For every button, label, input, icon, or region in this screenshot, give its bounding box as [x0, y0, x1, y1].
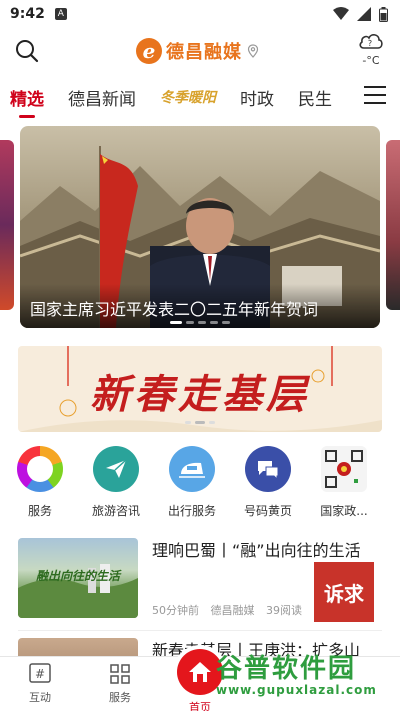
watermark-url: www.gupuxlazal.com — [216, 683, 377, 697]
service-label: 出行服务 — [167, 504, 216, 518]
hash-icon: # — [29, 663, 51, 683]
service-item-government[interactable]: 国家政... — [308, 446, 380, 526]
notification-badge: A — [54, 8, 67, 20]
site-watermark: 谷普软件园 www.gupuxlazal.com — [216, 648, 400, 708]
weather-widget[interactable]: ? -°C — [356, 30, 386, 67]
promo-title: 新春走基层 — [90, 371, 310, 418]
paper-plane-icon — [93, 446, 139, 492]
service-shortcuts: 服务 旅游咨讯 出行服务 号码黄页 国家政... — [0, 446, 400, 526]
service-label: 旅游咨讯 — [91, 504, 140, 518]
promo-indicators — [185, 421, 215, 424]
article-thumbnail: 融出向往的生活 — [18, 538, 138, 618]
service-item-travel[interactable]: 旅游咨讯 — [80, 446, 152, 526]
svg-text:#: # — [35, 667, 45, 681]
service-item-transport[interactable]: 出行服务 — [156, 446, 228, 526]
cloud-icon: ? — [359, 34, 383, 49]
service-item-services[interactable]: 服务 — [4, 446, 76, 526]
service-item-yellow-pages[interactable]: 号码黄页 — [232, 446, 304, 526]
channel-tabs: 精选 德昌新闻 冬季暖阳 时政 民生 — [0, 76, 400, 118]
carousel-indicators — [170, 321, 230, 324]
service-label: 国家政... — [320, 504, 368, 518]
app-logo: e 德昌融媒 — [136, 37, 260, 65]
nav-label: 服务 — [109, 691, 131, 704]
watermark-brand: 谷普软件园 — [216, 654, 357, 684]
status-indicators — [333, 6, 388, 22]
nav-label: 首页 — [189, 701, 211, 711]
carousel-prev-card[interactable] — [0, 140, 14, 310]
weather-temp: -°C — [362, 54, 380, 67]
article-source: 德昌融媒 — [210, 604, 255, 617]
chat-bubbles-icon — [245, 446, 291, 492]
nav-label: 互动 — [29, 691, 51, 704]
complaint-button[interactable]: 诉求 — [314, 562, 374, 622]
thumbnail-text: 融出向往的生活 — [36, 569, 122, 583]
train-icon — [169, 446, 215, 492]
service-label: 服务 — [27, 504, 52, 518]
grid-icon — [110, 664, 130, 684]
status-time: 9:42 — [10, 6, 45, 22]
tab-livelihood[interactable]: 民生 — [298, 85, 332, 110]
logo-mark: e — [136, 38, 162, 64]
signal-icon — [357, 7, 371, 21]
hero-banner[interactable]: 国家主席习近平发表二〇二五年新年贺词 — [20, 126, 380, 328]
tab-winter-sun[interactable]: 冬季暖阳 — [160, 87, 216, 107]
tab-featured[interactable]: 精选 — [10, 85, 44, 110]
article-thumbnail-graphic: 融出向往的生活 — [18, 564, 138, 618]
carousel-next-card[interactable] — [386, 140, 400, 310]
article-time: 50分钟前 — [152, 604, 199, 617]
wifi-icon — [333, 7, 349, 20]
weather-icon-glyph: ? — [368, 39, 372, 48]
article-meta: 50分钟前 德昌融媒 39阅读 — [152, 602, 310, 618]
service-label: 号码黄页 — [243, 504, 292, 518]
search-icon[interactable] — [14, 38, 40, 64]
promo-banner[interactable]: 新春走基层 — [18, 346, 382, 432]
tab-dechang-news[interactable]: 德昌新闻 — [68, 85, 136, 110]
nav-interaction[interactable]: # 互动 — [10, 663, 70, 705]
rainbow-ring-icon — [17, 446, 63, 492]
tab-politics[interactable]: 时政 — [240, 85, 274, 110]
status-bar: 9:42 A — [0, 0, 400, 28]
article-title: 理响巴蜀丨“融”出向往的生活 — [152, 541, 361, 560]
channel-menu-button[interactable] — [364, 86, 386, 104]
hero-carousel[interactable]: 国家主席习近平发表二〇二五年新年贺词 — [0, 124, 400, 330]
divider — [18, 630, 382, 631]
battery-icon — [379, 6, 388, 22]
nav-services[interactable]: 服务 — [90, 663, 150, 705]
article-reads: 39阅读 — [266, 604, 302, 617]
app-header: e 德昌融媒 ? -°C — [0, 28, 400, 76]
qr-code-icon — [321, 446, 367, 492]
logo-name: 德昌融媒 — [166, 42, 242, 63]
location-pin-icon[interactable] — [246, 44, 260, 58]
